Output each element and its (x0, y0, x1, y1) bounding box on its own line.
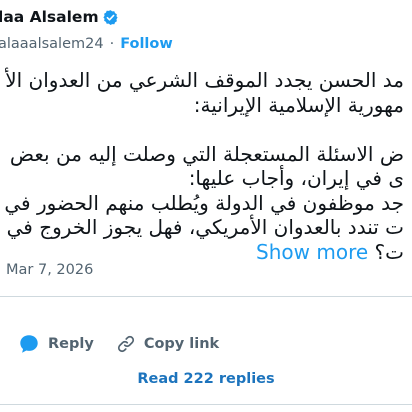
tweet-line: ت؟ (374, 239, 404, 264)
tweet-line: مهورية الإسلامية الإيرانية: (193, 92, 404, 117)
tweet-last-line: ت؟ Show more (0, 240, 404, 265)
tweet-line: جد موظفون في الدولة ويُطلب منهم الحضور ف… (4, 190, 404, 215)
tweet-line: ت تندد بالعدوان الأمريكي، فهل يجوز الخرو… (6, 215, 404, 239)
follow-button[interactable]: Follow (120, 36, 173, 52)
divider (0, 296, 412, 297)
author-handle[interactable]: alaaalsalem24 (0, 36, 104, 52)
separator-dot: · (109, 36, 115, 52)
comment-icon (18, 333, 40, 355)
tweet-timestamp[interactable]: Mar 7, 2026 (6, 262, 93, 278)
show-more-link[interactable]: Show more (256, 240, 368, 264)
tweet-actions: Reply Copy link (0, 332, 241, 356)
tweet-header: laa Alsalem alaaalsalem24 · Follow (0, 8, 412, 56)
tweet-line: مد الحسن يجدد الموقف الشرعي من العدوان ا… (5, 68, 404, 92)
tweet-line: ض الاسئلة المستعجلة التي وصلت إليه من بع… (9, 141, 404, 166)
read-replies-button[interactable]: Read 222 replies (0, 371, 412, 387)
author-handle-row: alaaalsalem24 · Follow (0, 36, 173, 52)
divider (0, 404, 412, 405)
copy-link-button[interactable]: Copy link (116, 334, 219, 354)
author-display-name[interactable]: laa Alsalem (0, 8, 99, 26)
tweet-text: مد الحسن يجدد الموقف الشرعي من العدوان ا… (0, 68, 404, 264)
tweet-line: ى في إيران، وأجاب عليها: (188, 166, 404, 190)
copy-link-label: Copy link (143, 336, 220, 352)
link-icon (116, 334, 136, 354)
reply-label: Reply (48, 336, 94, 352)
author-name-row: laa Alsalem (0, 8, 119, 26)
reply-button[interactable]: Reply (0, 333, 94, 355)
verified-badge-icon (102, 9, 119, 26)
